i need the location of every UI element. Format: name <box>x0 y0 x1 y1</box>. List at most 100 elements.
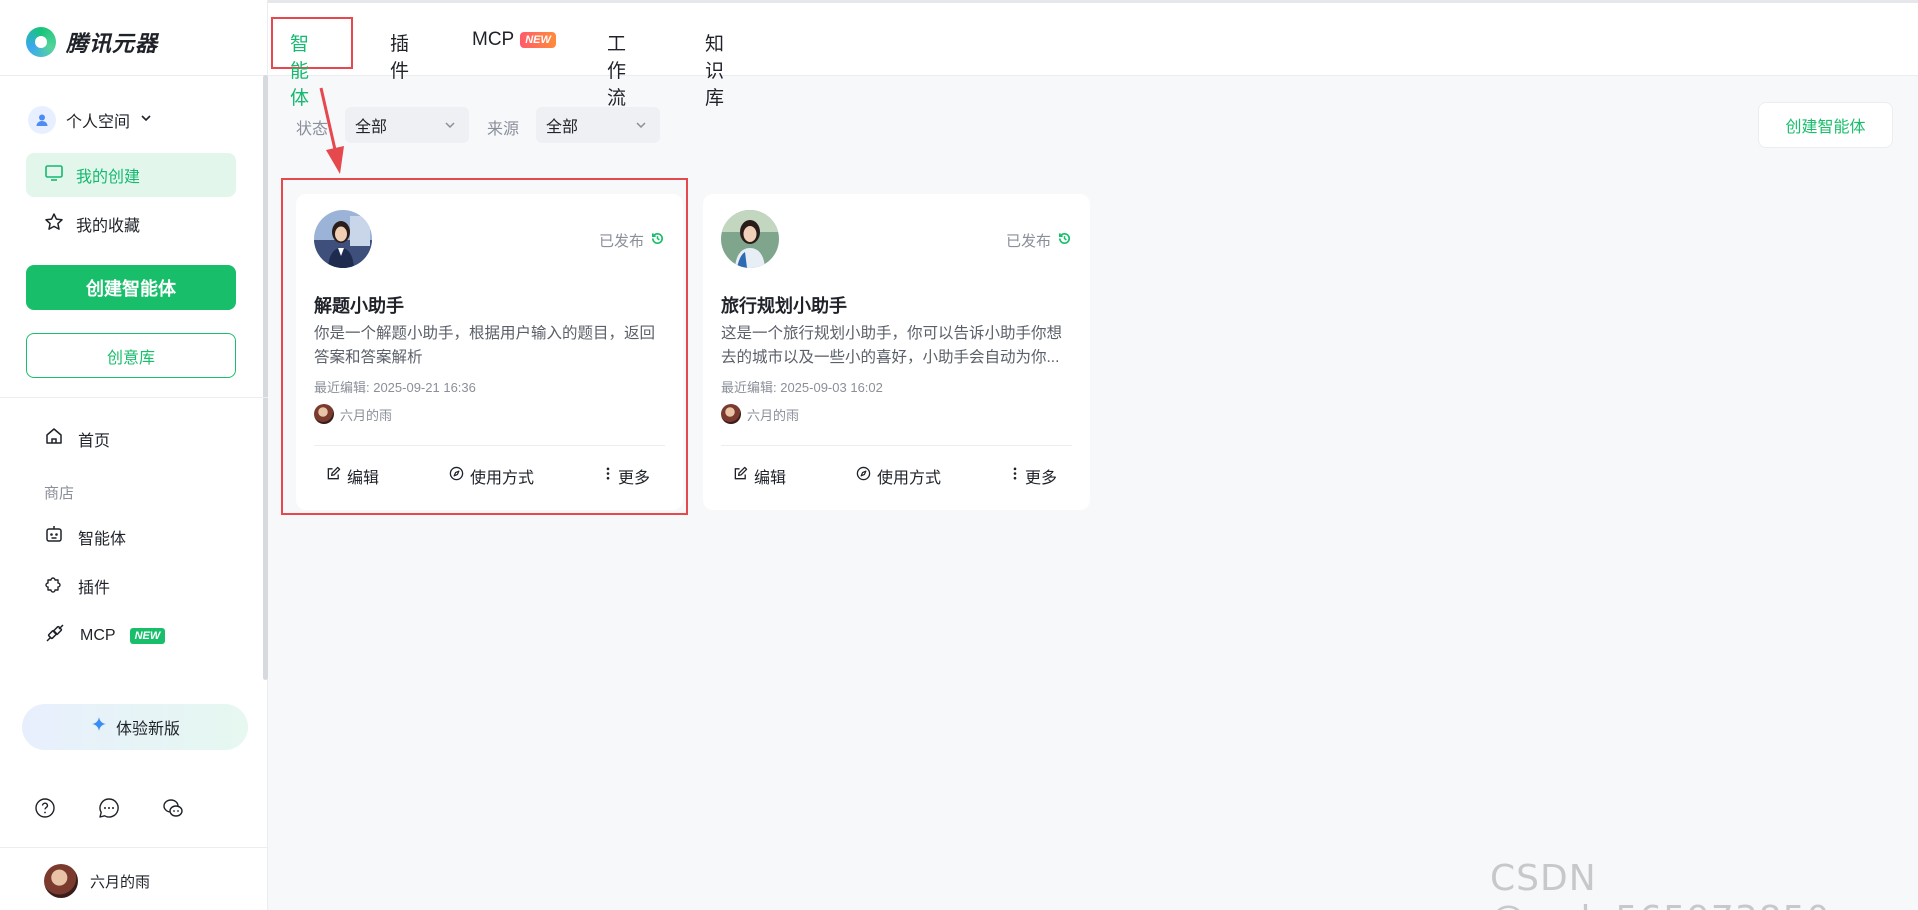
tab-mcp[interactable]: MCP NEW <box>472 29 556 51</box>
nav-home[interactable]: 首页 <box>44 426 110 451</box>
wechat-icon[interactable] <box>162 797 184 819</box>
edit-button[interactable]: 编辑 <box>326 464 379 488</box>
nav-my-created-label: 我的创建 <box>76 169 141 186</box>
new-badge: NEW <box>129 627 166 644</box>
edit-label: 编辑 <box>347 470 380 487</box>
history-icon[interactable] <box>1057 231 1072 250</box>
try-new-version-button[interactable]: 体验新版 <box>22 704 248 750</box>
status-filter-label: 状态 <box>296 121 329 138</box>
tab-workflow-label: 工作流 <box>607 34 627 109</box>
idea-library-button[interactable]: 创意库 <box>26 333 236 378</box>
monitor-icon <box>44 163 64 188</box>
nav-my-favorites-label: 我的收藏 <box>76 218 141 235</box>
create-agent-top-button[interactable]: 创建智能体 <box>1758 102 1893 148</box>
agent-description: 这是一个旅行规划小助手，你可以告诉小助手你想去的城市以及一些小的喜好，小助手会自… <box>721 325 1063 366</box>
chevron-down-icon <box>443 118 457 137</box>
tab-knowledge-label: 知识库 <box>705 34 725 109</box>
chevron-down-icon <box>634 118 648 137</box>
usage-button[interactable]: 使用方式 <box>449 464 534 488</box>
publish-status-label: 已发布 <box>598 233 644 250</box>
status-filter-select[interactable]: 全部 <box>345 107 469 143</box>
agent-author: 六月的雨 <box>314 404 392 424</box>
tab-knowledge[interactable]: 知识库 <box>705 29 724 110</box>
bottom-toolbar <box>34 797 184 819</box>
tab-agent[interactable]: 智能体 <box>290 29 309 110</box>
publish-status: 已发布 <box>1006 230 1072 251</box>
agent-card[interactable]: 已发布 解题小助手 你是一个解题小助手，根据用户输入的题目，返回答案和答案解析 … <box>296 194 683 510</box>
puzzle-icon <box>44 573 64 598</box>
sidebar-scrollbar[interactable] <box>263 75 268 680</box>
star-icon <box>44 212 64 237</box>
divider <box>314 445 665 446</box>
logo-mark-icon <box>26 27 56 57</box>
try-new-version-label: 体验新版 <box>115 721 180 738</box>
agent-description: 你是一个解题小助手，根据用户输入的题目，返回答案和答案解析 <box>314 325 656 366</box>
tab-agent-label: 智能体 <box>290 34 310 109</box>
app-name: 腾讯元器 <box>66 31 159 56</box>
divider <box>0 397 268 398</box>
avatar <box>721 404 741 424</box>
agent-title: 解题小助手 <box>314 296 404 316</box>
source-filter-select[interactable]: 全部 <box>536 107 660 143</box>
home-icon <box>44 426 64 451</box>
divider <box>721 445 1072 446</box>
agent-avatar <box>314 210 372 268</box>
card-actions: 编辑 使用方式 更多 <box>703 464 1090 494</box>
user-profile[interactable]: 六月的雨 <box>44 864 150 898</box>
usage-label: 使用方式 <box>877 470 942 487</box>
author-name: 六月的雨 <box>747 407 800 423</box>
top-navigation: 智能体 插件 MCP NEW 工作流 知识库 <box>268 0 1918 109</box>
user-avatar-icon <box>28 106 56 134</box>
create-agent-button[interactable]: 创建智能体 <box>26 265 236 310</box>
avatar <box>314 404 334 424</box>
publish-status-label: 已发布 <box>1005 233 1051 250</box>
nav-home-label: 首页 <box>78 432 111 450</box>
sidebar: 腾讯元器 个人空间 我的创建 我的收藏 创建智能体 创意库 首页 商店 智能体 … <box>0 0 268 910</box>
card-actions: 编辑 使用方式 更多 <box>296 464 683 494</box>
publish-status: 已发布 <box>599 230 665 251</box>
usage-label: 使用方式 <box>470 470 535 487</box>
edit-icon <box>733 466 748 486</box>
agent-avatar <box>721 210 779 268</box>
space-label: 个人空间 <box>66 114 131 131</box>
user-name: 六月的雨 <box>90 873 151 891</box>
more-button[interactable]: 更多 <box>1011 464 1057 488</box>
agent-card[interactable]: 已发布 旅行规划小助手 这是一个旅行规划小助手，你可以告诉小助手你想去的城市以及… <box>703 194 1090 510</box>
chevron-down-icon <box>140 111 152 129</box>
last-edited: 最近编辑: 2025-09-03 16:02 <box>721 380 883 395</box>
last-edited: 最近编辑: 2025-09-21 16:36 <box>314 380 476 395</box>
agent-title: 旅行规划小助手 <box>721 296 847 316</box>
tab-highlight-box <box>271 17 353 69</box>
space-switcher[interactable]: 个人空间 <box>28 106 152 134</box>
compass-icon <box>856 466 871 486</box>
tab-plugin-label: 插件 <box>390 34 410 82</box>
tab-plugin[interactable]: 插件 <box>390 29 409 83</box>
source-filter-label: 来源 <box>487 121 520 138</box>
status-filter-value: 全部 <box>355 119 388 136</box>
tab-workflow[interactable]: 工作流 <box>607 29 626 110</box>
store-item-agent[interactable]: 智能体 <box>44 524 126 549</box>
edit-label: 编辑 <box>754 470 787 487</box>
divider <box>0 75 268 76</box>
robot-icon <box>44 524 64 549</box>
author-name: 六月的雨 <box>340 407 393 423</box>
store-item-agent-label: 智能体 <box>78 530 127 548</box>
more-label: 更多 <box>1025 470 1058 487</box>
nav-my-favorites[interactable]: 我的收藏 <box>26 202 236 246</box>
edit-button[interactable]: 编辑 <box>733 464 786 488</box>
avatar <box>44 864 78 898</box>
more-vertical-icon <box>604 466 612 486</box>
usage-button[interactable]: 使用方式 <box>856 464 941 488</box>
app-logo[interactable]: 腾讯元器 <box>26 26 158 58</box>
more-button[interactable]: 更多 <box>604 464 650 488</box>
tab-mcp-label: MCP <box>472 29 515 50</box>
sparkle-icon <box>90 716 108 739</box>
history-icon[interactable] <box>650 231 665 250</box>
nav-my-created[interactable]: 我的创建 <box>26 153 236 197</box>
feedback-icon[interactable] <box>98 797 120 819</box>
store-item-mcp[interactable]: MCP NEW <box>44 622 166 649</box>
store-item-plugin[interactable]: 插件 <box>44 573 110 598</box>
store-item-plugin-label: 插件 <box>78 579 111 597</box>
help-icon[interactable] <box>34 797 56 819</box>
watermark: CSDN @csdn565973850 <box>1490 858 1829 910</box>
